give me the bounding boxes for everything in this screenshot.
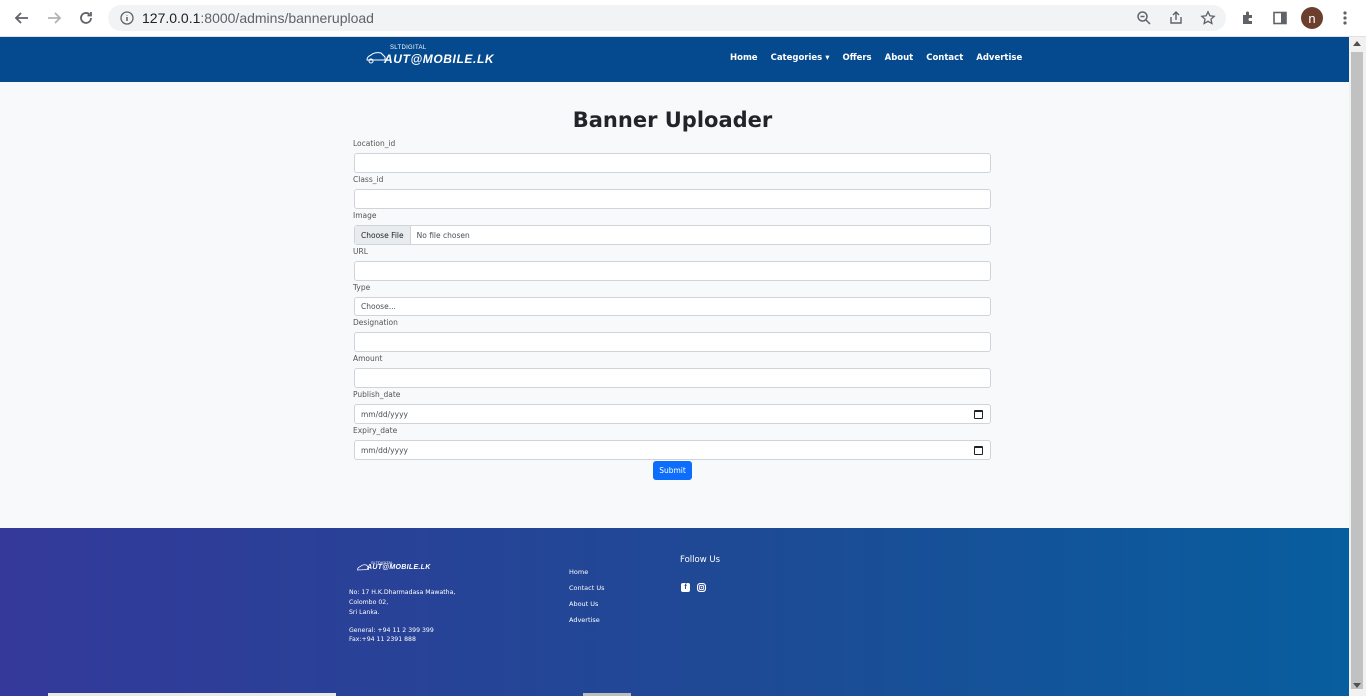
url-label: URL: [353, 247, 368, 256]
footer-link-advertise[interactable]: Advertise: [569, 616, 600, 624]
file-status-text: No file chosen: [416, 230, 470, 240]
share-icon[interactable]: [1166, 8, 1186, 28]
browser-toolbar: 127.0.0.1:8000/admins/bannerupload n: [0, 0, 1366, 37]
car-logo-icon: [366, 52, 386, 64]
footer-address-line3: Sri Lanka.: [349, 609, 380, 616]
expiry-date-label: Expiry_date: [353, 426, 398, 435]
type-select-value: Choose...: [361, 302, 396, 311]
footer-fax: Fax:+94 11 2391 888: [349, 636, 416, 643]
bookmark-star-icon[interactable]: [1198, 8, 1218, 28]
instagram-icon[interactable]: [697, 583, 706, 592]
site-info-icon[interactable]: [118, 9, 136, 27]
nav-about[interactable]: About: [885, 53, 914, 67]
side-panel-icon[interactable]: [1270, 8, 1290, 28]
nav-categories[interactable]: Categories ▾: [771, 53, 830, 67]
expiry-date-placeholder: mm/dd/yyyy: [361, 445, 408, 455]
footer-address-line2: Colombo 02,: [349, 599, 389, 606]
footer-link-about[interactable]: About Us: [569, 600, 598, 608]
kebab-menu-icon[interactable]: [1335, 8, 1355, 28]
nav-home[interactable]: Home: [730, 53, 758, 67]
address-bar[interactable]: 127.0.0.1:8000/admins/bannerupload: [108, 5, 1226, 31]
footer-address-line1: No: 17 H.K.Dharmadasa Mawatha,: [349, 589, 456, 596]
forward-icon[interactable]: [42, 7, 66, 29]
image-file-input[interactable]: Choose File No file chosen: [354, 225, 991, 245]
publish-date-placeholder: mm/dd/yyyy: [361, 409, 408, 419]
follow-us-title: Follow Us: [680, 555, 721, 565]
type-select[interactable]: Choose...: [354, 297, 991, 316]
scrollbar-thumb[interactable]: [1351, 52, 1363, 689]
nav-advertise[interactable]: Advertise: [976, 53, 1022, 67]
facebook-icon[interactable]: f: [681, 583, 690, 592]
location-id-label: Location_id: [353, 139, 396, 148]
class-id-label: Class_id: [353, 175, 384, 184]
address-url: 127.0.0.1:8000/admins/bannerupload: [142, 10, 374, 26]
profile-avatar[interactable]: n: [1301, 7, 1323, 29]
main-nav: Home Categories ▾ Offers About Contact A…: [730, 53, 1035, 67]
footer-logo[interactable]: SLTDIGITAL AUT@MOBILE.LK: [357, 560, 437, 576]
logo-small-text: SLTDIGITAL: [390, 45, 427, 51]
scroll-down-arrow-icon[interactable]: [1353, 683, 1361, 688]
designation-label: Designation: [353, 318, 398, 327]
type-label: Type: [353, 283, 371, 292]
reload-icon[interactable]: [74, 7, 98, 29]
footer-link-contact[interactable]: Contact Us: [569, 584, 605, 592]
url-input[interactable]: [354, 261, 991, 281]
footer-logo-big-text: AUT@MOBILE.LK: [367, 564, 431, 571]
choose-file-button[interactable]: Choose File: [355, 226, 411, 244]
nav-offers[interactable]: Offers: [842, 53, 871, 67]
expiry-date-input[interactable]: mm/dd/yyyy: [354, 440, 991, 460]
page-title: Banner Uploader: [572, 108, 773, 132]
back-icon[interactable]: [10, 7, 34, 29]
footer-link-home[interactable]: Home: [569, 568, 588, 576]
calendar-icon[interactable]: [974, 410, 983, 419]
amount-label: Amount: [353, 354, 383, 363]
publish-date-label: Publish_date: [353, 390, 401, 399]
page-scrollbar[interactable]: [1349, 37, 1366, 696]
scroll-up-arrow-icon[interactable]: [1353, 41, 1361, 46]
site-header: [0, 37, 1349, 82]
publish-date-input[interactable]: mm/dd/yyyy: [354, 404, 991, 424]
amount-input[interactable]: [354, 368, 991, 388]
image-label: Image: [353, 211, 377, 220]
submit-button[interactable]: Submit: [653, 461, 692, 480]
site-footer: [0, 528, 1349, 696]
extensions-icon[interactable]: [1238, 8, 1258, 28]
designation-input[interactable]: [354, 332, 991, 352]
location-id-input[interactable]: [354, 153, 991, 173]
zoom-icon[interactable]: [1134, 8, 1154, 28]
nav-contact[interactable]: Contact: [926, 53, 963, 67]
site-logo[interactable]: SLTDIGITAL AUT@MOBILE.LK: [366, 44, 498, 70]
footer-phone: General: +94 11 2 399 399: [349, 627, 434, 634]
class-id-input[interactable]: [354, 189, 991, 209]
logo-big-text: AUT@MOBILE.LK: [384, 52, 495, 66]
calendar-icon[interactable]: [974, 446, 983, 455]
